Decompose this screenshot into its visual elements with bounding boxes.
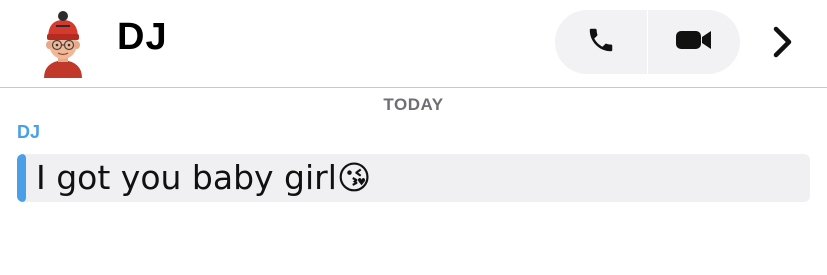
contact-name[interactable]: DJ	[117, 16, 168, 59]
chat-header: DJ	[0, 0, 827, 88]
call-button-group	[555, 10, 740, 74]
date-separator: TODAY	[383, 95, 444, 114]
sender-accent-bar	[17, 154, 26, 202]
voice-call-button[interactable]	[555, 10, 647, 74]
message-bubble[interactable]: I got you baby girl😘	[17, 154, 810, 202]
message-sender-name: DJ	[17, 122, 41, 142]
video-camera-icon	[674, 26, 714, 59]
phone-icon	[586, 25, 616, 60]
bitmoji-avatar-icon[interactable]	[36, 8, 90, 78]
message-text: I got you baby girl😘	[36, 158, 372, 197]
video-call-button[interactable]	[648, 10, 740, 74]
chevron-right-icon[interactable]	[768, 24, 798, 60]
